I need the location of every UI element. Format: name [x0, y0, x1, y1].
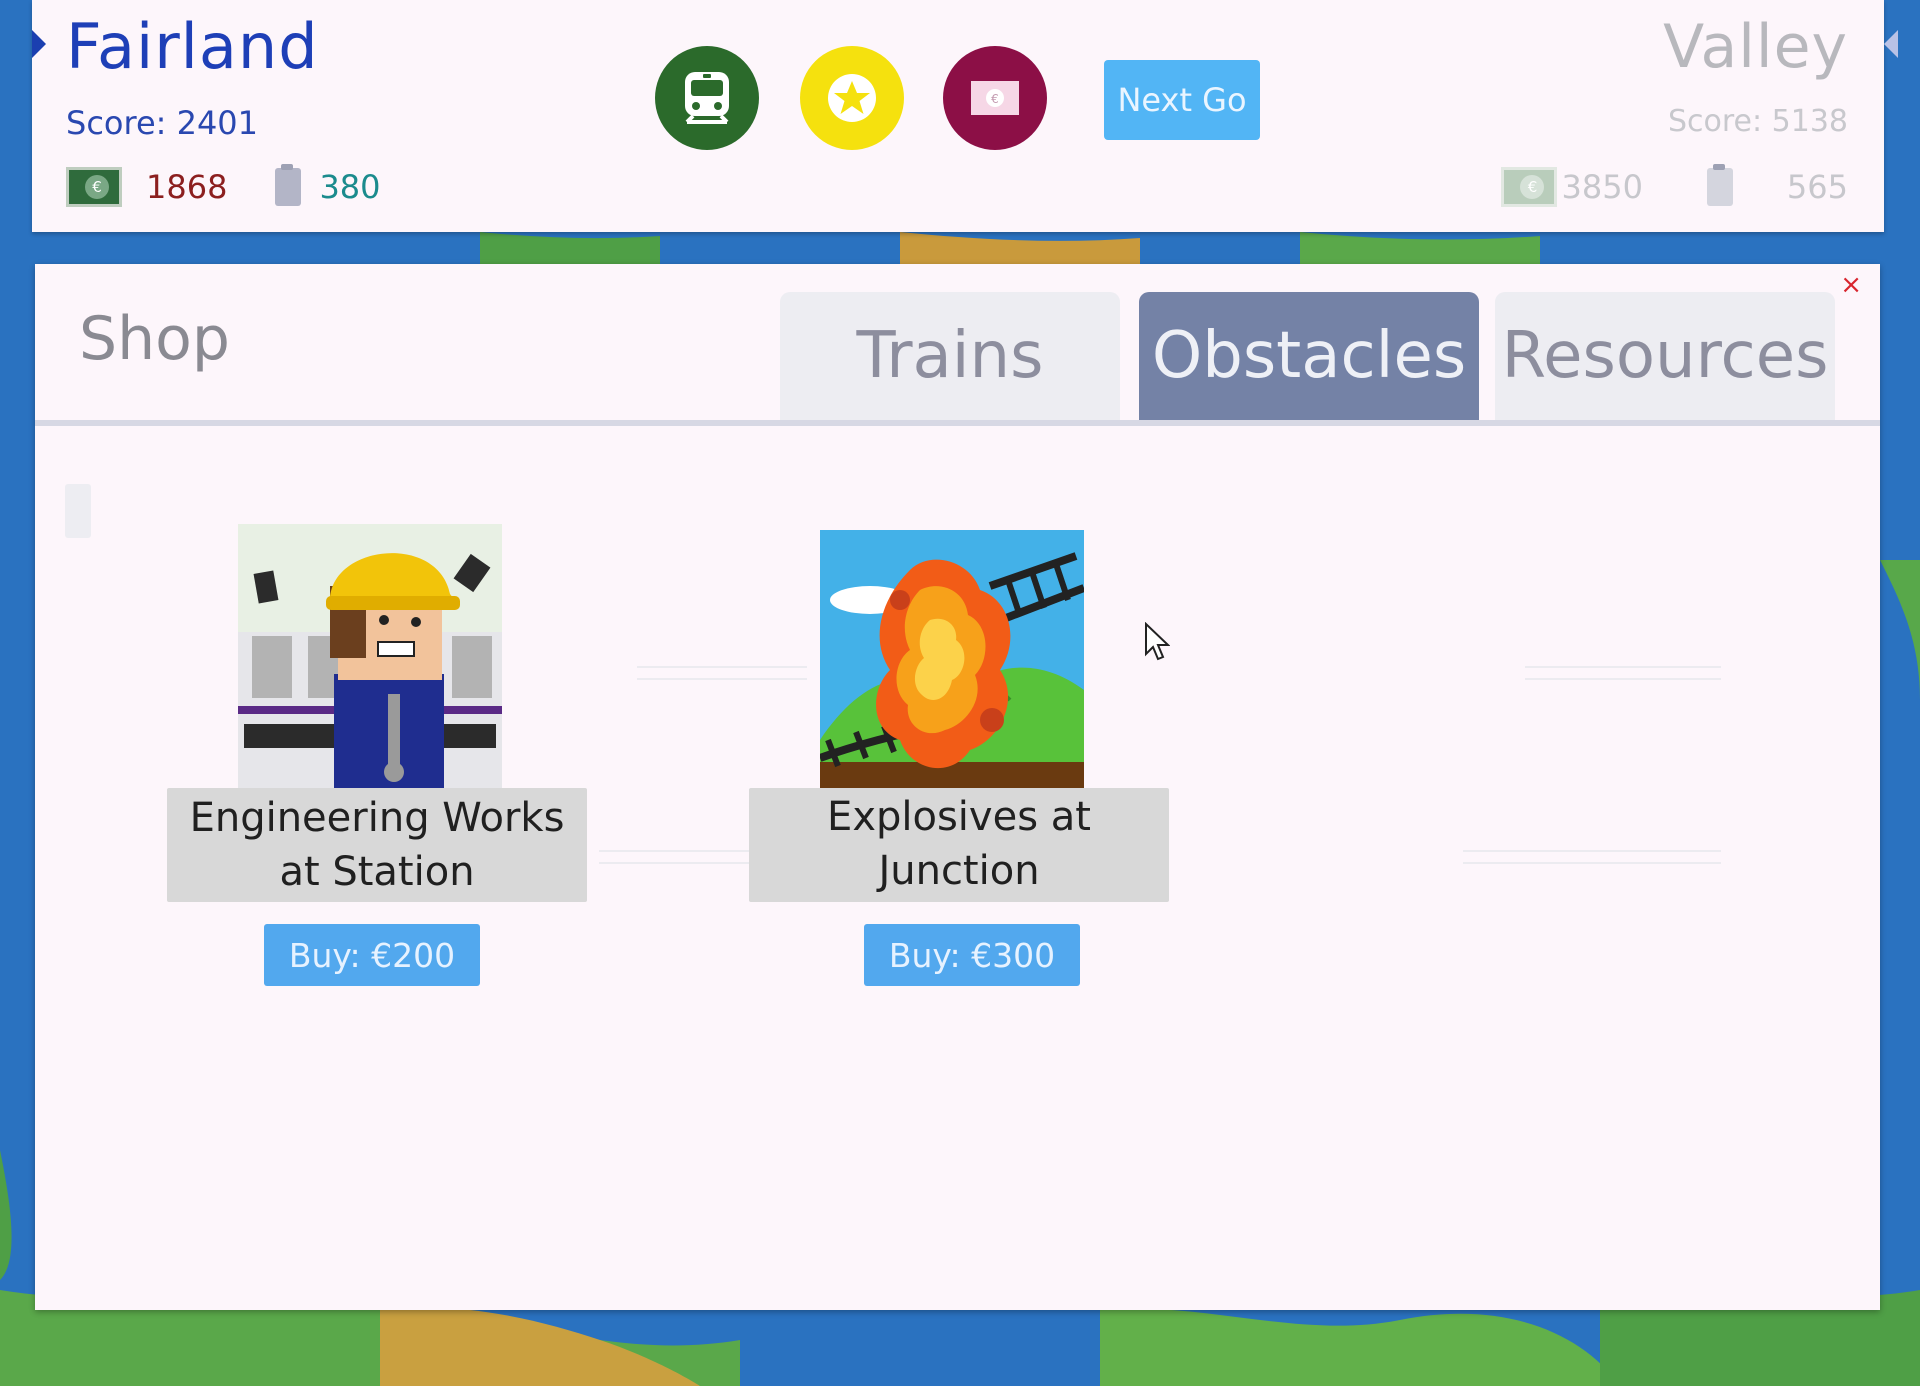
money-value: 3850	[1561, 168, 1643, 206]
player-score: Score: 5138	[1667, 104, 1848, 139]
tab-obstacles[interactable]: Obstacles	[1139, 292, 1479, 420]
item-name: Engineering Works at Station	[167, 788, 587, 902]
star-icon	[828, 74, 876, 122]
divider	[599, 862, 749, 864]
divider	[1525, 678, 1721, 680]
active-turn-arrow-icon	[32, 30, 46, 58]
fuel-value: 380	[319, 168, 381, 206]
fuel-icon	[1706, 164, 1733, 206]
divider	[1525, 666, 1721, 668]
explosion-icon	[820, 530, 1084, 794]
player-panel-right: Valley Score: 5138 € 3850 565	[1284, 0, 1898, 232]
tab-trains[interactable]: Trains	[780, 292, 1120, 420]
inactive-turn-arrow-icon	[1884, 30, 1898, 58]
divider	[599, 850, 749, 852]
player-score: Score: 2401	[66, 104, 259, 142]
player-name: Fairland	[66, 10, 319, 83]
money-value: 1868	[146, 168, 228, 206]
next-go-button[interactable]: Next Go	[1104, 60, 1260, 140]
money-icon: €	[66, 167, 122, 207]
tab-resources[interactable]: Resources	[1495, 292, 1835, 420]
buy-button[interactable]: Buy: €300	[864, 924, 1080, 986]
player-name: Valley	[1663, 12, 1848, 82]
mouse-cursor-icon	[1145, 622, 1170, 661]
shop-title: Shop	[79, 304, 230, 374]
player-panel-left: Fairland Score: 2401 € 1868 380	[32, 0, 632, 232]
item-name: Explosives at Junction	[749, 788, 1169, 902]
divider	[637, 666, 807, 668]
svg-text:€: €	[991, 92, 999, 106]
divider	[637, 678, 807, 680]
fuel-icon	[275, 164, 302, 206]
trains-button[interactable]	[655, 46, 759, 150]
engineer-icon	[238, 524, 502, 788]
player-resources: € 1868 380	[66, 164, 381, 208]
scroll-handle[interactable]	[65, 484, 91, 538]
money-icon: €	[971, 81, 1019, 115]
goals-button[interactable]	[800, 46, 904, 150]
top-bar: Fairland Score: 2401 € 1868 380 € Next G…	[32, 0, 1898, 232]
fuel-value: 565	[1786, 168, 1848, 206]
tab-divider	[35, 420, 1880, 426]
divider	[1463, 850, 1721, 852]
buy-button[interactable]: Buy: €200	[264, 924, 480, 986]
divider	[1463, 862, 1721, 864]
player-resources: € 3850 565	[1501, 164, 1848, 208]
train-icon	[685, 72, 729, 124]
money-icon: €	[1501, 167, 1558, 207]
shop-dialog: Shop × Trains Obstacles Resources Engine…	[35, 264, 1880, 1310]
shop-button[interactable]: €	[943, 46, 1047, 150]
close-icon[interactable]: ×	[1840, 270, 1862, 300]
